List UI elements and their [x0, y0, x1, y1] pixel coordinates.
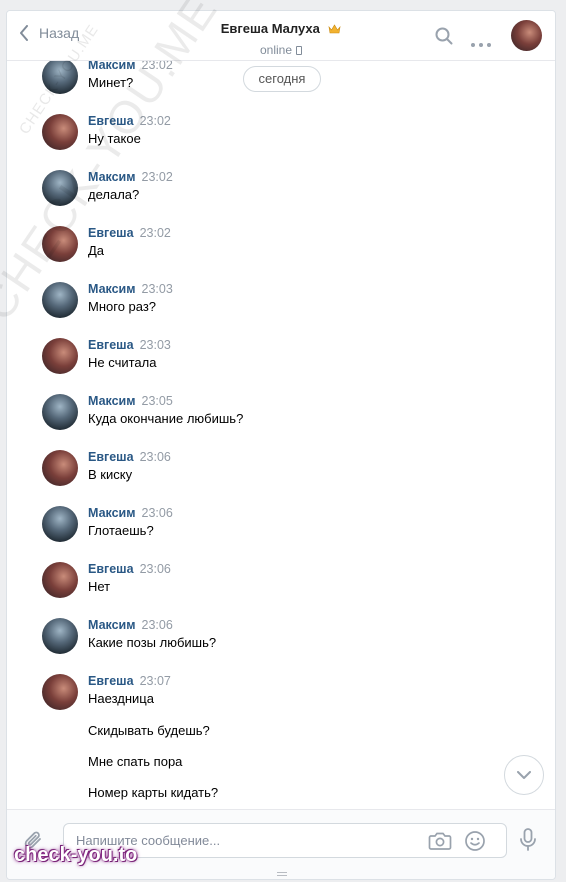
message-author[interactable]: Евгеша: [88, 450, 134, 464]
avatar[interactable]: [42, 226, 78, 262]
message-continuation: Номер карты кидать?: [88, 785, 219, 800]
message-author[interactable]: Максим: [88, 282, 136, 296]
message: Евгеша 23:02 Да: [42, 226, 522, 274]
message: Максим 23:06 Глотаешь?: [42, 506, 522, 554]
message-text: Глотаешь?: [88, 523, 154, 538]
message-text: Нет: [88, 579, 111, 594]
message-continuation: Скидывать будешь?: [88, 723, 210, 738]
message-composer: [7, 809, 555, 879]
microphone-icon[interactable]: [519, 828, 537, 857]
message-time: 23:02: [139, 226, 171, 240]
message-author[interactable]: Евгеша: [88, 562, 134, 576]
message-time: 23:02: [141, 61, 173, 72]
message-input[interactable]: [76, 833, 416, 848]
message-time: 23:06: [139, 562, 171, 576]
date-divider: сегодня: [243, 66, 321, 92]
avatar[interactable]: [42, 282, 78, 318]
message-author[interactable]: Евгеша: [88, 338, 134, 352]
message-text: Не считала: [88, 355, 157, 370]
phone-icon: [296, 46, 303, 55]
message-author[interactable]: Максим: [88, 394, 136, 408]
chat-window: Назад Евгеша Малуха online Максим 23:02 …: [6, 10, 556, 880]
avatar[interactable]: [42, 114, 78, 150]
chat-header: Назад Евгеша Малуха online: [7, 11, 555, 61]
avatar[interactable]: [42, 170, 78, 206]
message: Евгеша 23:06 В киску: [42, 450, 522, 498]
avatar[interactable]: [42, 618, 78, 654]
message-continuation: Мне спать пора: [88, 754, 183, 769]
message-text: Да: [88, 243, 105, 258]
message-author[interactable]: Евгеша: [88, 226, 134, 240]
message: Евгеша 23:02 Ну такое: [42, 114, 522, 162]
message-text: Ну такое: [88, 131, 141, 146]
chat-title[interactable]: Евгеша Малуха: [221, 21, 320, 36]
message: Евгеша 23:07 Наездница: [42, 674, 522, 722]
message-author[interactable]: Максим: [88, 170, 136, 184]
message-input-box[interactable]: [63, 823, 507, 858]
more-icon[interactable]: [471, 34, 491, 52]
message-author[interactable]: Максим: [88, 506, 136, 520]
message-time: 23:06: [141, 506, 173, 520]
search-icon[interactable]: [435, 27, 453, 50]
message-time: 23:03: [139, 338, 171, 352]
avatar[interactable]: [42, 450, 78, 486]
message-time: 23:02: [141, 170, 173, 184]
smile-icon[interactable]: [464, 830, 486, 857]
avatar[interactable]: [42, 394, 78, 430]
chevron-down-icon: [517, 771, 531, 779]
message-text: Минет?: [88, 75, 134, 90]
message: Евгеша 23:03 Не считала: [42, 338, 522, 386]
message: Евгеша 23:06 Нет: [42, 562, 522, 610]
scroll-down-button[interactable]: [504, 755, 544, 795]
camera-icon[interactable]: [428, 831, 452, 856]
message-list[interactable]: Максим 23:02 Минет? Евгеша 23:02 Ну такое …: [7, 61, 555, 809]
message-text: Куда окончание любишь?: [88, 411, 244, 426]
message-time: 23:06: [141, 618, 173, 632]
contact-avatar[interactable]: [511, 20, 542, 51]
avatar[interactable]: [42, 674, 78, 710]
message-time: 23:03: [141, 282, 173, 296]
message: Максим 23:02 делала?: [42, 170, 522, 218]
message-time: 23:02: [139, 114, 171, 128]
message-author[interactable]: Максим: [88, 61, 136, 72]
message-author[interactable]: Максим: [88, 618, 136, 632]
message-author[interactable]: Евгеша: [88, 114, 134, 128]
message: Максим 23:05 Куда окончание любишь?: [42, 394, 522, 442]
paperclip-icon[interactable]: [23, 830, 45, 857]
message-time: 23:05: [141, 394, 173, 408]
message-text: Наездница: [88, 691, 154, 706]
avatar[interactable]: [42, 61, 78, 94]
message-time: 23:07: [139, 674, 171, 688]
message-text: Какие позы любишь?: [88, 635, 217, 650]
avatar[interactable]: [42, 506, 78, 542]
message-text: делала?: [88, 187, 140, 202]
message: Максим 23:06 Какие позы любишь?: [42, 618, 522, 666]
message-author[interactable]: Евгеша: [88, 674, 134, 688]
message-text: Много раз?: [88, 299, 157, 314]
avatar[interactable]: [42, 338, 78, 374]
message-time: 23:06: [139, 450, 171, 464]
resize-grip[interactable]: [277, 872, 287, 876]
avatar[interactable]: [42, 562, 78, 598]
crown-icon: [328, 21, 341, 39]
message-text: В киску: [88, 467, 133, 482]
message: Максим 23:03 Много раз?: [42, 282, 522, 330]
